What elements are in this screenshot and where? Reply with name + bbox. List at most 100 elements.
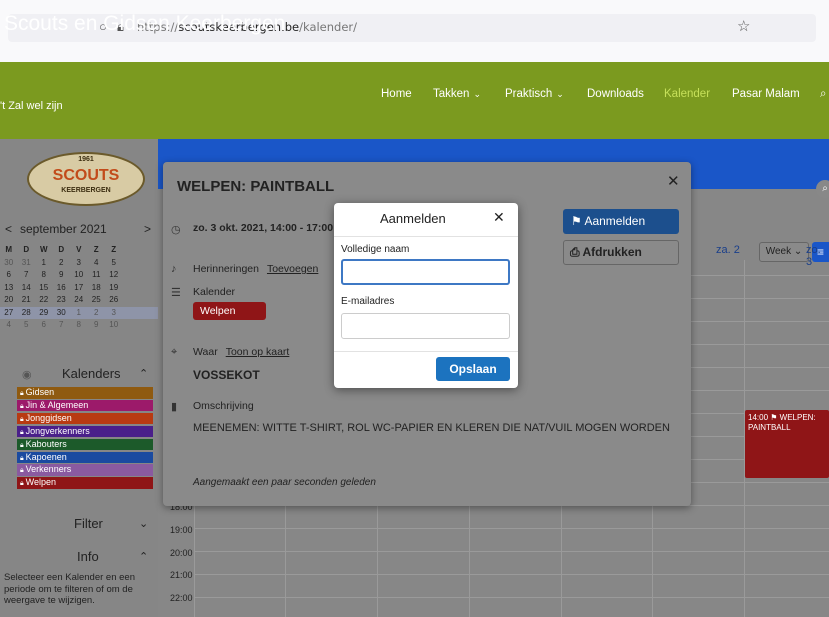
add-reminder-link[interactable]: Toevoegen bbox=[267, 263, 318, 275]
reminders-row: Herinneringen Toevoegen bbox=[193, 263, 319, 275]
bell-icon: ♪ bbox=[171, 263, 177, 275]
search-icon[interactable]: ⌕ bbox=[820, 88, 826, 101]
chevron-down-icon[interactable]: ⌄ bbox=[139, 517, 148, 530]
list-icon: ☰ bbox=[171, 287, 181, 299]
mini-calendar-day[interactable]: 17 bbox=[70, 282, 88, 295]
show-on-map-link[interactable]: Toon op kaart bbox=[226, 346, 290, 358]
mini-calendar-day[interactable]: 7 bbox=[53, 319, 71, 332]
close-icon[interactable]: ✕ bbox=[493, 209, 505, 226]
mini-calendar-day[interactable]: 25 bbox=[88, 294, 106, 307]
mini-calendar-day[interactable]: 18 bbox=[88, 282, 106, 295]
bookmark-star-icon[interactable]: ☆ bbox=[737, 17, 750, 35]
calendar-filter-item[interactable]: 🔒︎ Verkenners bbox=[17, 464, 153, 476]
calendar-badge: Welpen bbox=[193, 302, 266, 320]
close-icon[interactable]: ✕ bbox=[667, 172, 680, 190]
calendar-filter-item[interactable]: 🔒︎ Jonggidsen bbox=[17, 412, 153, 425]
mini-calendar-day[interactable]: 9 bbox=[88, 319, 106, 332]
weekday-label: D bbox=[58, 245, 65, 254]
mini-calendar-day[interactable]: 6 bbox=[0, 269, 18, 282]
calendars-title[interactable]: Kalenders bbox=[62, 366, 121, 381]
chevron-up-icon[interactable]: ⌃ bbox=[139, 367, 148, 380]
nav-item-home[interactable]: Home bbox=[381, 88, 412, 100]
mini-calendar-day[interactable]: 4 bbox=[88, 257, 106, 270]
mini-calendar-day[interactable]: 10 bbox=[105, 319, 123, 332]
calendar-filter-item[interactable]: 🔒︎ Welpen bbox=[17, 477, 153, 489]
mini-calendar-day[interactable]: 30 bbox=[53, 307, 71, 320]
mini-calendar-day[interactable]: 2 bbox=[53, 257, 71, 270]
email-field[interactable] bbox=[341, 313, 510, 339]
view-select[interactable]: Week ⌄ bbox=[759, 242, 809, 262]
nav-item-kalender[interactable]: Kalender bbox=[664, 88, 710, 100]
weekday-label: Z bbox=[93, 245, 99, 254]
nav-item-praktisch[interactable]: Praktisch ⌄ bbox=[505, 88, 564, 100]
calendar-filter-item[interactable]: 🔒︎ Jin & Algemeen bbox=[17, 399, 153, 412]
mini-calendar-day[interactable]: 14 bbox=[18, 282, 36, 295]
mini-calendar-day[interactable]: 9 bbox=[53, 269, 71, 282]
calendar-filter-item[interactable]: 🔒︎ Kapoenen bbox=[17, 451, 153, 463]
mini-calendar-day[interactable]: 11 bbox=[88, 269, 106, 282]
site-title[interactable]: Scouts en Gidsen Keerbergen bbox=[4, 12, 285, 36]
day-label: za. 2 bbox=[716, 244, 740, 256]
mini-calendar-day[interactable]: 15 bbox=[35, 282, 53, 295]
mini-calendar-day[interactable]: 10 bbox=[70, 269, 88, 282]
mini-calendar-day[interactable]: 1 bbox=[70, 307, 88, 320]
nav-item-downloads[interactable]: Downloads bbox=[587, 88, 644, 100]
mini-calendar-day[interactable]: 31 bbox=[18, 257, 36, 270]
calendar-filter-item[interactable]: 🔒︎ Gidsen bbox=[17, 387, 153, 399]
grid-row-line bbox=[194, 597, 829, 598]
mini-calendar-day[interactable]: 12 bbox=[105, 269, 123, 282]
mini-calendar-day[interactable]: 16 bbox=[53, 282, 71, 295]
mini-calendar-day[interactable]: 5 bbox=[18, 319, 36, 332]
day-label: zo. 3 bbox=[806, 244, 821, 268]
prev-month-button[interactable]: < bbox=[5, 222, 12, 236]
mini-calendar-day[interactable]: 7 bbox=[18, 269, 36, 282]
mini-calendar-day[interactable]: 19 bbox=[105, 282, 123, 295]
mini-calendar-day[interactable]: 23 bbox=[53, 294, 71, 307]
full-name-field[interactable] bbox=[341, 259, 510, 285]
save-button[interactable]: Opslaan bbox=[436, 357, 510, 381]
mini-calendar-day[interactable]: 3 bbox=[105, 307, 123, 320]
filter-title[interactable]: Filter bbox=[74, 516, 103, 531]
mini-calendar-day[interactable]: 8 bbox=[35, 269, 53, 282]
mini-calendar-day[interactable]: 26 bbox=[105, 294, 123, 307]
mini-calendar-day[interactable]: 27 bbox=[0, 307, 18, 320]
mini-calendar-day[interactable]: 4 bbox=[0, 319, 18, 332]
mini-calendar-day[interactable]: 20 bbox=[0, 294, 18, 307]
mini-calendar-day[interactable]: 29 bbox=[35, 307, 53, 320]
mini-calendar-day[interactable]: 22 bbox=[35, 294, 53, 307]
mini-calendar-day[interactable]: 24 bbox=[70, 294, 88, 307]
nav-item-pasar-malam[interactable]: Pasar Malam bbox=[732, 88, 800, 100]
clock-icon: ◷ bbox=[171, 224, 181, 236]
event-title: WELPEN: PAINTBALL bbox=[177, 178, 335, 195]
eye-icon[interactable]: ◉ bbox=[22, 368, 32, 381]
mini-calendar-week: 27 28 29 30 1 2 3 bbox=[0, 306, 158, 320]
calendar-search-icon[interactable]: ⌕ bbox=[816, 180, 829, 198]
name-label: Volledige naam bbox=[341, 244, 410, 255]
divider bbox=[334, 236, 518, 237]
mini-calendar-day[interactable]: 30 bbox=[0, 257, 18, 270]
mini-calendar-day[interactable]: 5 bbox=[105, 257, 123, 270]
mini-calendar-day[interactable]: 8 bbox=[70, 319, 88, 332]
chevron-up-icon[interactable]: ⌃ bbox=[139, 550, 148, 563]
weekday-label: Z bbox=[111, 245, 117, 254]
mini-calendar-day[interactable]: 28 bbox=[18, 307, 36, 320]
info-title[interactable]: Info bbox=[77, 549, 99, 564]
calendar-filter-item[interactable]: 🔒︎ Kabouters bbox=[17, 438, 153, 451]
mini-calendar-day[interactable]: 3 bbox=[70, 257, 88, 270]
nav-item-takken[interactable]: Takken ⌄ bbox=[433, 88, 481, 100]
print-button[interactable]: ⎙ Afdrukken bbox=[563, 240, 679, 265]
calendar-filter-item[interactable]: 🔒︎ Jongverkenners bbox=[17, 425, 153, 438]
calendar-event[interactable]: 14:00 ⚑ WELPEN: PAINTBALL bbox=[745, 410, 829, 478]
mini-calendar-day[interactable]: 13 bbox=[0, 282, 18, 295]
next-month-button[interactable]: > bbox=[144, 222, 151, 236]
mini-calendar-day[interactable]: 6 bbox=[35, 319, 53, 332]
mini-calendar-day[interactable]: 2 bbox=[88, 307, 106, 320]
event-location: VOSSEKOT bbox=[193, 368, 260, 382]
site-tagline: 't Zal wel zijn bbox=[0, 100, 63, 112]
hour-label: 19:00 bbox=[170, 524, 193, 535]
mini-calendar-day[interactable]: 1 bbox=[35, 257, 53, 270]
site-header bbox=[0, 62, 829, 139]
mini-calendar-day[interactable]: 21 bbox=[18, 294, 36, 307]
hour-label: 21:00 bbox=[170, 570, 193, 581]
register-button[interactable]: ⚑ Aanmelden bbox=[563, 209, 679, 234]
